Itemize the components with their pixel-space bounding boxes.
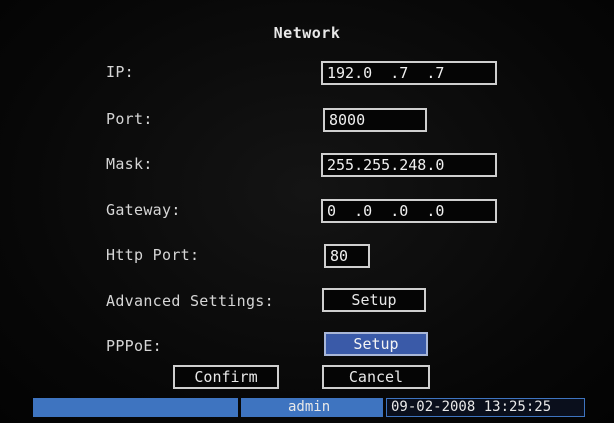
status-bar: admin 09-02-2008 13:25:25 xyxy=(33,398,585,417)
dvr-network-screen: Network IP: 192.0 .7 .7 Port: 8000 Mask:… xyxy=(0,0,614,423)
mask-label: Mask: xyxy=(106,155,153,173)
mask-field[interactable]: 255.255.248.0 xyxy=(321,153,497,177)
confirm-button[interactable]: Confirm xyxy=(173,365,279,389)
advanced-setup-button[interactable]: Setup xyxy=(322,288,426,312)
ip-field[interactable]: 192.0 .7 .7 xyxy=(321,61,497,85)
advanced-settings-label: Advanced Settings: xyxy=(106,292,274,310)
status-datetime: 09-02-2008 13:25:25 xyxy=(391,399,552,415)
gateway-label: Gateway: xyxy=(106,201,181,219)
gateway-field[interactable]: 0 .0 .0 .0 xyxy=(321,199,497,223)
ip-label: IP: xyxy=(106,63,134,81)
pppoe-label: PPPoE: xyxy=(106,337,162,355)
cancel-button[interactable]: Cancel xyxy=(322,365,430,389)
port-label: Port: xyxy=(106,110,153,128)
pppoe-setup-button[interactable]: Setup xyxy=(324,332,428,356)
http-port-field[interactable]: 80 xyxy=(324,244,370,268)
port-field[interactable]: 8000 xyxy=(323,108,427,132)
status-user: admin xyxy=(288,399,331,415)
page-title: Network xyxy=(273,24,341,42)
status-segment-left xyxy=(33,398,238,417)
http-port-label: Http Port: xyxy=(106,246,200,264)
